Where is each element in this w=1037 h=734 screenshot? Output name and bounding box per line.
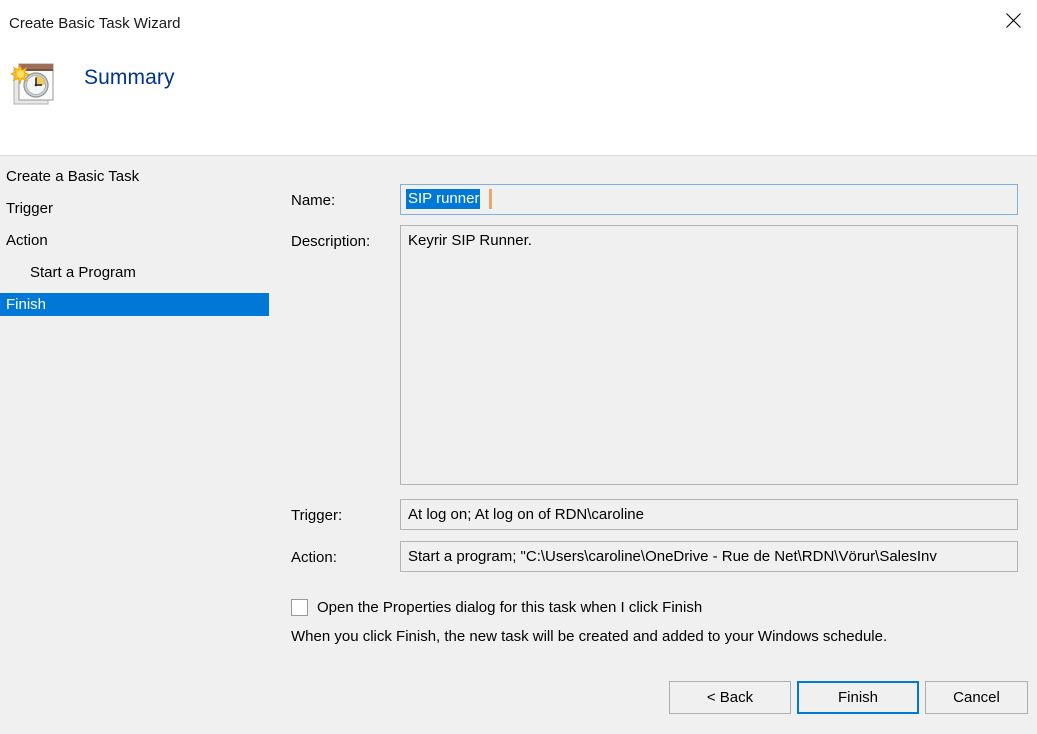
task-scheduler-calendar-clock-icon — [9, 63, 54, 105]
sidebar-item-label: Finish — [6, 296, 47, 313]
sidebar-item-label: Trigger — [6, 200, 53, 217]
dialog-footer: < Back Finish Cancel — [0, 668, 1037, 734]
sidebar-item-label: Create a Basic Task — [6, 168, 140, 185]
trigger-label: Trigger: — [291, 507, 343, 524]
back-button[interactable]: < Back — [669, 681, 791, 714]
sidebar-item-label: Action — [6, 232, 48, 249]
sidebar-item-trigger[interactable]: Trigger — [0, 197, 285, 220]
name-input[interactable]: SIP runner — [400, 184, 1018, 215]
cancel-button[interactable]: Cancel — [925, 681, 1028, 714]
action-input[interactable]: Start a program; "C:\Users\caroline\OneD… — [400, 541, 1018, 572]
page-title: Summary — [84, 66, 175, 89]
name-label: Name: — [291, 192, 336, 209]
description-value: Keyrir SIP Runner. — [408, 232, 532, 249]
action-label: Action: — [291, 549, 337, 566]
window-title: Create Basic Task Wizard — [9, 15, 181, 32]
name-input-value: SIP runner — [406, 189, 481, 209]
finish-button[interactable]: Finish — [797, 681, 919, 714]
finish-note: When you click Finish, the new task will… — [291, 628, 888, 645]
sidebar-item-finish[interactable]: Finish — [0, 293, 269, 316]
title-bar: Create Basic Task Wizard — [0, 0, 1037, 46]
body-area: Create a Basic Task Trigger Action Start… — [0, 156, 1037, 734]
sidebar-item-label: Start a Program — [30, 264, 136, 281]
trigger-value: At log on; At log on of RDN\caroline — [408, 506, 644, 523]
action-value: Start a program; "C:\Users\caroline\OneD… — [408, 548, 937, 565]
text-caret — [489, 189, 492, 209]
wizard-step-nav: Create a Basic Task Trigger Action Start… — [0, 156, 285, 316]
close-icon — [1006, 13, 1021, 28]
trigger-input[interactable]: At log on; At log on of RDN\caroline — [400, 499, 1018, 530]
close-button[interactable] — [990, 0, 1037, 40]
sidebar-item-action[interactable]: Action — [0, 229, 285, 252]
description-label: Description: — [291, 233, 371, 250]
open-properties-label[interactable]: Open the Properties dialog for this task… — [317, 597, 702, 618]
description-textarea[interactable]: Keyrir SIP Runner. — [400, 225, 1018, 485]
header-banner: Summary — [0, 46, 1037, 156]
sidebar-item-start-a-program[interactable]: Start a Program — [0, 261, 285, 284]
sidebar-item-create-a-basic-task[interactable]: Create a Basic Task — [0, 165, 285, 188]
open-properties-checkbox[interactable] — [291, 599, 308, 616]
